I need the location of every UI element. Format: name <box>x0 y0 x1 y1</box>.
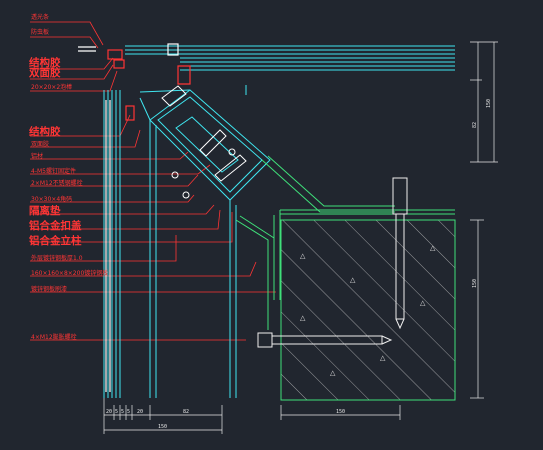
label-angle-bracket: 30×30×4角码 <box>31 196 73 203</box>
dim-bottom-2: 5 <box>115 409 119 415</box>
dim-bottom-5: 20 <box>137 409 144 415</box>
svg-text:△: △ <box>300 314 306 322</box>
label-alu-column: 铝合金立柱 <box>29 235 82 247</box>
dim-concrete-height: 150 <box>472 278 478 288</box>
label-double-tape-1: 双面胶 <box>29 67 61 79</box>
label-isolation-pad: 隔离垫 <box>29 205 61 217</box>
dim-bottom-6: 82 <box>183 409 190 415</box>
dim-concrete-width: 150 <box>336 409 346 415</box>
label-light-strip: 透光条 <box>31 14 50 21</box>
label-expansion-bolt: 4×M12膨胀螺栓 <box>31 334 77 341</box>
label-m12-bolt: 2×M12不锈钢螺栓 <box>31 180 83 187</box>
svg-text:△: △ <box>350 276 356 284</box>
label-structural-glue-2: 结构胶 <box>29 126 61 138</box>
label-double-tape-2: 双面胶 <box>31 141 50 148</box>
svg-text:△: △ <box>300 252 306 260</box>
dim-bottom-1: 20 <box>106 409 113 415</box>
dim-bottom-total: 150 <box>158 424 168 430</box>
concrete-block: △ △ △ △ △ △ △ <box>280 219 456 401</box>
label-steel-plate: 160×160×8×200镀锌钢板 <box>31 270 109 277</box>
label-insect-screen: 防虫板 <box>31 29 50 36</box>
svg-text:△: △ <box>420 299 426 307</box>
cad-drawing: △ △ △ △ △ △ △ 透光条 防虫板 结构胶 双面胶 20×20×2泡棒 … <box>0 0 543 450</box>
label-m5-screw: 4-M5螺钉固定件 <box>31 168 76 175</box>
dim-bottom-4: 5 <box>127 409 131 415</box>
dim-bottom-3: 5 <box>121 409 125 415</box>
corner-mullion <box>139 85 271 398</box>
top-frame <box>125 45 455 71</box>
label-foam-rod: 20×20×2泡棒 <box>31 84 73 91</box>
svg-text:△: △ <box>430 244 436 252</box>
dim-right-inner: 82 <box>472 121 478 128</box>
label-aluminium: 铝材 <box>31 153 44 160</box>
svg-text:△: △ <box>330 369 336 377</box>
label-steel-paint: 镀锌钢板刷漆 <box>31 286 68 293</box>
label-alu-cover: 铝合金扣盖 <box>29 220 82 232</box>
dim-right-outer: 150 <box>486 98 492 108</box>
svg-text:△: △ <box>380 354 386 362</box>
label-outer-steel: 外层镀锌钢板厚1.0 <box>31 255 83 262</box>
